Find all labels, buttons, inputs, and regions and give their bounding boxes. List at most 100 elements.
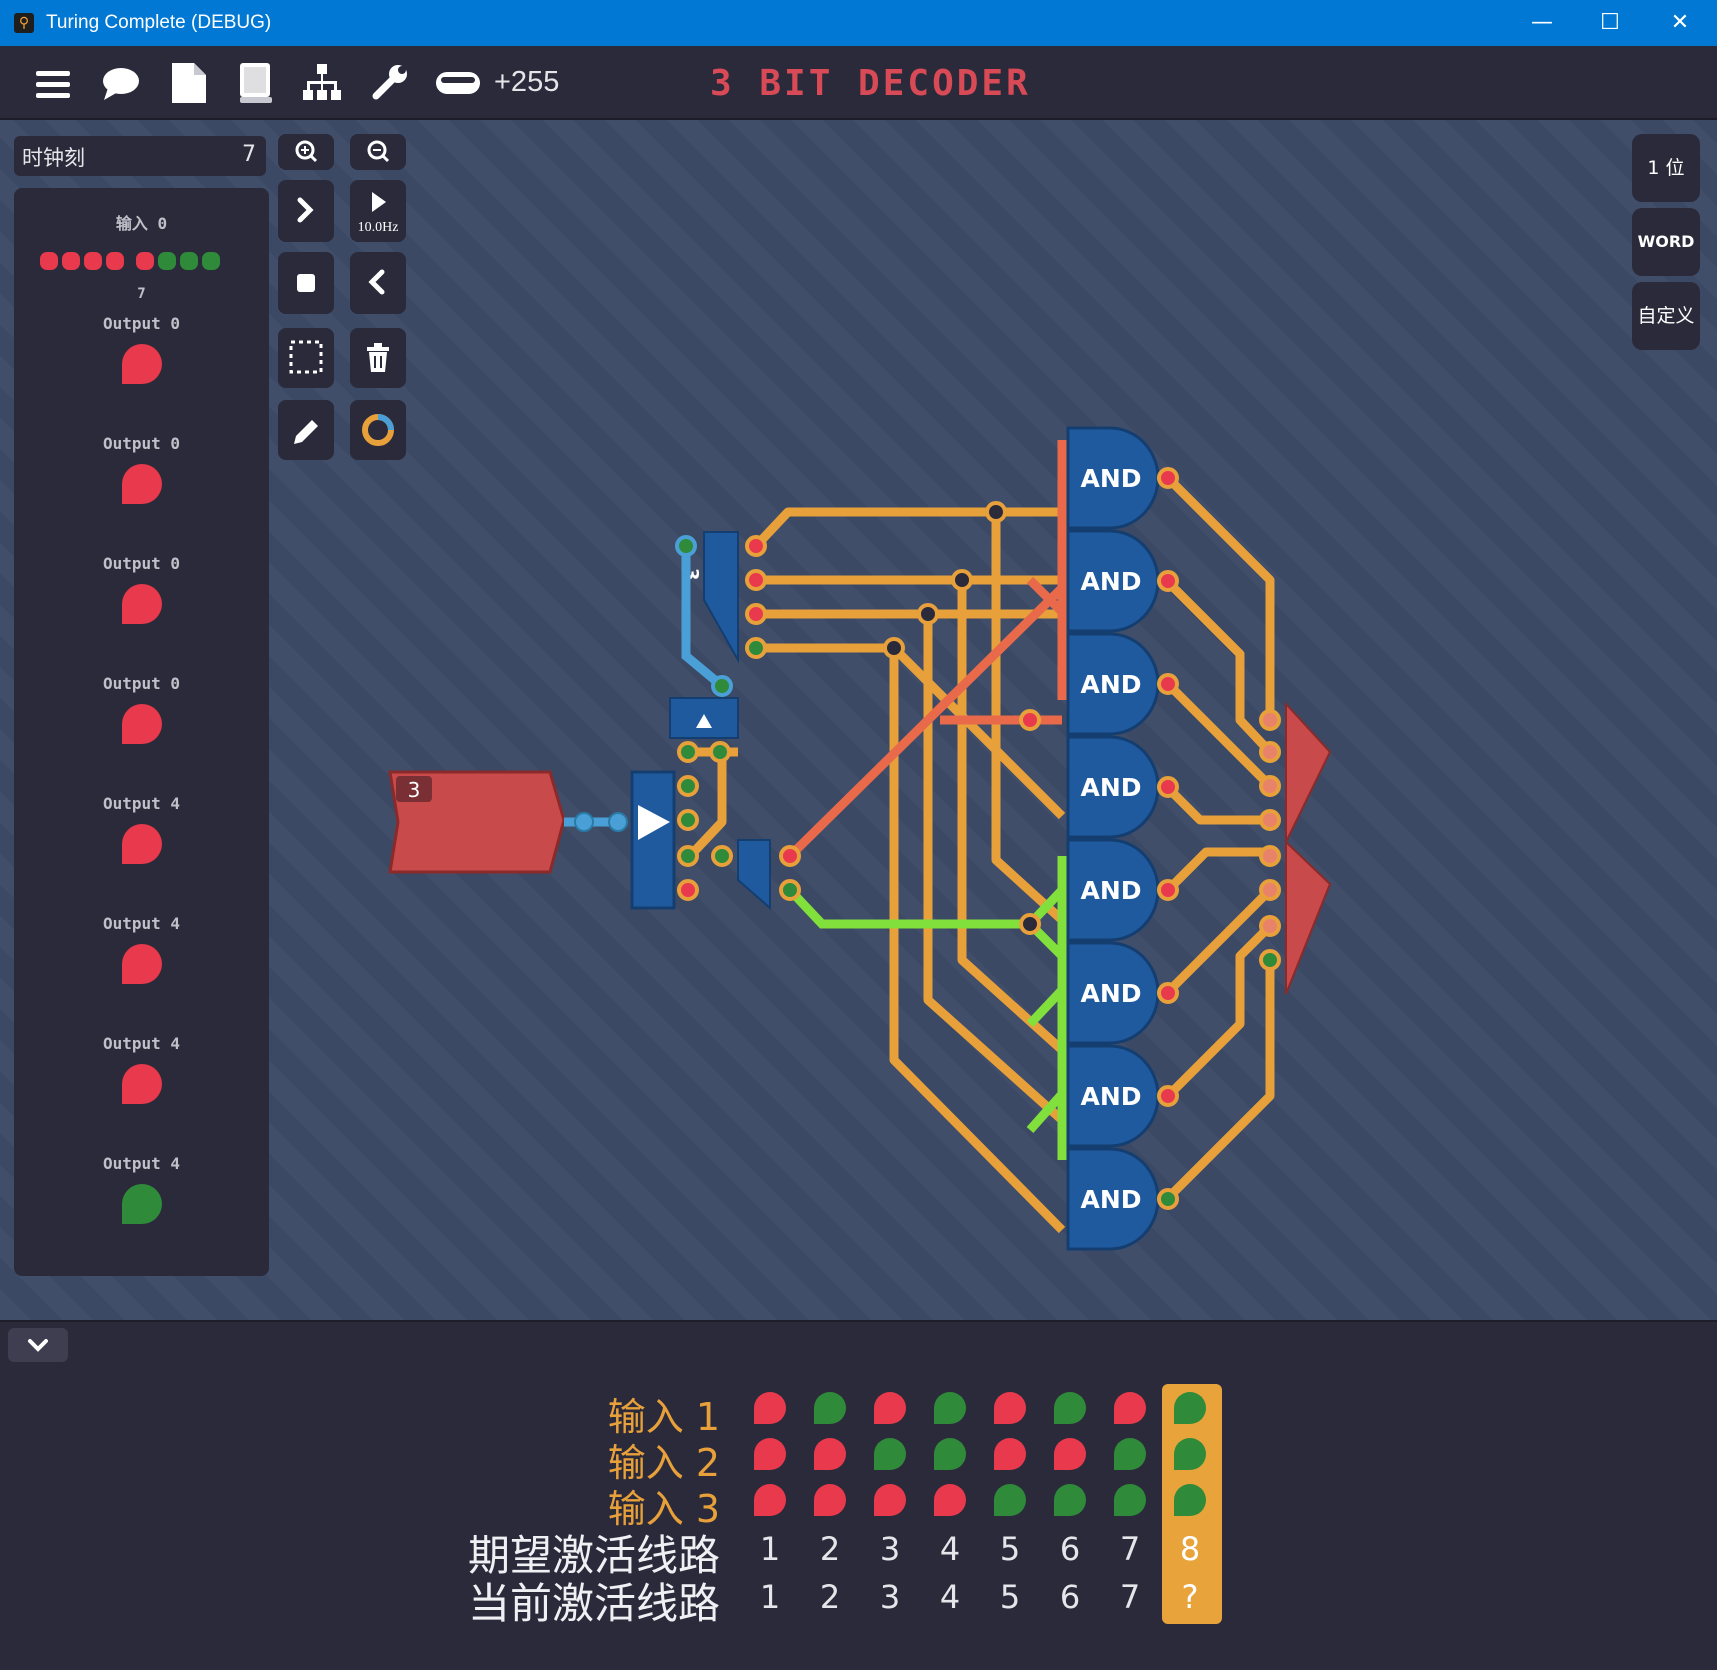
wire-node[interactable] xyxy=(1259,775,1281,797)
and-gate[interactable]: AND xyxy=(1066,1147,1179,1251)
expected-line-value: 1 xyxy=(759,1530,781,1568)
wire-node[interactable] xyxy=(779,879,801,901)
test-input-state xyxy=(934,1392,966,1424)
chevron-down-icon xyxy=(28,1339,48,1352)
current-line-value: 6 xyxy=(1059,1578,1081,1616)
current-line-value: 7 xyxy=(1119,1578,1141,1616)
not-gate[interactable] xyxy=(737,839,771,911)
test-input-state xyxy=(1174,1392,1206,1424)
test-input-state xyxy=(1114,1438,1146,1470)
expected-line-value: 4 xyxy=(939,1530,961,1568)
test-input-state xyxy=(874,1484,906,1516)
test-input-state xyxy=(814,1438,846,1470)
wire-node[interactable] xyxy=(711,845,733,867)
wire-node[interactable] xyxy=(779,845,801,867)
and-gate[interactable]: AND xyxy=(1066,735,1179,839)
wire-node[interactable] xyxy=(883,637,905,659)
test-input-state xyxy=(994,1392,1026,1424)
and-gate-label: AND xyxy=(1080,567,1141,596)
gate-output-node[interactable] xyxy=(1157,570,1179,592)
wire-node[interactable] xyxy=(677,775,699,797)
wire-node[interactable] xyxy=(677,879,699,901)
test-input-state xyxy=(874,1438,906,1470)
test-input-state xyxy=(1054,1484,1086,1516)
test-input-state xyxy=(754,1392,786,1424)
gate-output-node[interactable] xyxy=(1157,467,1179,489)
test-input-state xyxy=(1174,1438,1206,1470)
wire-node[interactable] xyxy=(745,535,767,557)
and-gate-label: AND xyxy=(1080,773,1141,802)
wire-node[interactable] xyxy=(1019,913,1041,935)
wire-node xyxy=(574,812,594,832)
gate-output-node[interactable] xyxy=(1157,982,1179,1004)
test-panel xyxy=(0,1320,1717,1670)
test-input-state xyxy=(754,1484,786,1516)
current-line-value: 4 xyxy=(939,1578,961,1616)
wire-group xyxy=(686,474,1275,1234)
gate-output-node[interactable] xyxy=(1157,776,1179,798)
and-gate-label: AND xyxy=(1080,464,1141,493)
wire-node[interactable] xyxy=(1019,709,1041,731)
wire-node[interactable] xyxy=(677,809,699,831)
test-input-state xyxy=(1114,1484,1146,1516)
and-gate[interactable]: AND xyxy=(1066,529,1179,633)
wire-node[interactable] xyxy=(709,741,731,763)
and-gate[interactable]: AND xyxy=(1066,426,1179,530)
wire-node[interactable] xyxy=(745,637,767,659)
wire-node[interactable] xyxy=(1259,809,1281,831)
current-line-value: ? xyxy=(1181,1578,1199,1616)
test-input-state xyxy=(814,1484,846,1516)
and-gate-label: AND xyxy=(1080,979,1141,1008)
current-line-value: 2 xyxy=(819,1578,841,1616)
and-gate-column: AND AND AND AND AND AND AND AND xyxy=(1066,426,1179,1251)
test-input-state xyxy=(934,1438,966,1470)
gate-output-node[interactable] xyxy=(1157,1188,1179,1210)
wire-node xyxy=(608,812,628,832)
wire-node[interactable] xyxy=(745,603,767,625)
input-pin-value: 3 xyxy=(408,778,421,802)
current-line-value: 1 xyxy=(759,1578,781,1616)
wire-node[interactable] xyxy=(1259,879,1281,901)
output-pin[interactable] xyxy=(1285,701,1332,843)
wire-node[interactable] xyxy=(745,569,767,591)
circuit-diagram[interactable]: 3 3 ANDANDANDANDANDANDANDAND xyxy=(0,0,1717,1320)
and-gate[interactable]: AND xyxy=(1066,941,1179,1045)
test-input-state xyxy=(1174,1484,1206,1516)
output-pin[interactable] xyxy=(1285,839,1332,995)
gate-output-node[interactable] xyxy=(1157,1085,1179,1107)
collapse-button[interactable] xyxy=(8,1328,68,1362)
test-input-state xyxy=(1114,1392,1146,1424)
wire-node[interactable] xyxy=(951,569,973,591)
test-input-state xyxy=(934,1484,966,1516)
expected-line-value: 8 xyxy=(1179,1530,1201,1568)
test-input-state xyxy=(874,1392,906,1424)
and-gate[interactable]: AND xyxy=(1066,838,1179,942)
wire-node[interactable] xyxy=(1259,915,1281,937)
expected-line-value: 5 xyxy=(999,1530,1021,1568)
test-input-state xyxy=(1054,1438,1086,1470)
splitter[interactable] xyxy=(630,770,676,910)
wire-node[interactable] xyxy=(1259,709,1281,731)
wire-node[interactable] xyxy=(677,741,699,763)
gate-output-node[interactable] xyxy=(1157,673,1179,695)
current-label: 当前激活线路 xyxy=(467,1579,720,1628)
wire-node[interactable] xyxy=(677,845,699,867)
and-gate[interactable]: AND xyxy=(1066,632,1179,736)
wire-node[interactable] xyxy=(1259,845,1281,867)
test-input-state xyxy=(754,1438,786,1470)
test-input-state xyxy=(994,1484,1026,1516)
test-input-state xyxy=(1054,1392,1086,1424)
test-input-state xyxy=(814,1392,846,1424)
wire-node[interactable] xyxy=(1259,949,1281,971)
expected-line-value: 6 xyxy=(1059,1530,1081,1568)
and-gate[interactable]: AND xyxy=(1066,1044,1179,1148)
wire-node[interactable] xyxy=(1259,741,1281,763)
and-gate-label: AND xyxy=(1080,670,1141,699)
wire-node[interactable] xyxy=(985,501,1007,523)
current-line-value: 5 xyxy=(999,1578,1021,1616)
test-input-state xyxy=(994,1438,1026,1470)
and-gate-label: AND xyxy=(1080,1082,1141,1111)
gate-output-node[interactable] xyxy=(1157,879,1179,901)
bit-splitter[interactable] xyxy=(703,531,739,664)
wire-node[interactable] xyxy=(917,603,939,625)
